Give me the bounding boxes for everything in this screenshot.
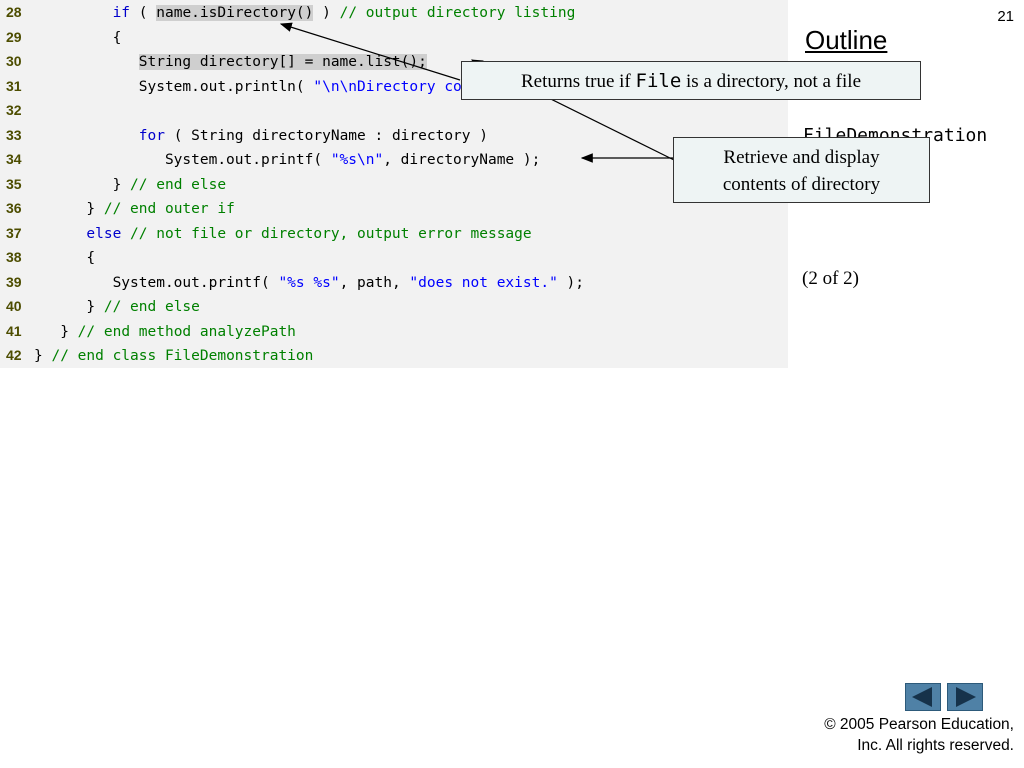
arrow-to-isdirectory: [279, 22, 461, 81]
callout-arrows: [279, 22, 675, 163]
callout-isdirectory: Returns true if File is a directory, not…: [461, 61, 921, 100]
callout-directory-contents: Retrieve and display contents of directo…: [673, 137, 930, 203]
prev-slide-icon: [912, 687, 932, 707]
prev-slide-button[interactable]: [905, 683, 941, 711]
next-slide-button[interactable]: [947, 683, 983, 711]
copyright: © 2005 Pearson Education, Inc. All right…: [824, 716, 1014, 754]
next-slide-icon: [956, 687, 976, 707]
